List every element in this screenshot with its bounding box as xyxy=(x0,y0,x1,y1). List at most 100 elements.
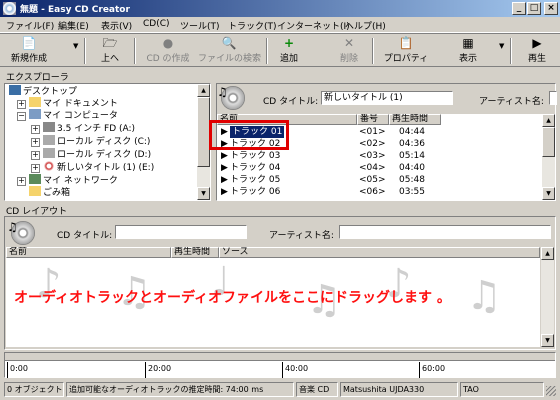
tree-item-network[interactable]: マイ ネットワーク xyxy=(29,174,118,186)
delete-button[interactable]: ✕ 削除 xyxy=(332,36,366,64)
status-cd-type: 音楽 CD xyxy=(296,382,338,397)
tick-label: 0:00 xyxy=(10,364,28,373)
scroll-down-arrow[interactable]: ▼ xyxy=(541,334,554,347)
tree-item-my-documents[interactable]: マイ ドキュメント xyxy=(29,97,118,109)
col-header-source[interactable]: ソース xyxy=(219,247,540,258)
artist-field[interactable] xyxy=(549,91,557,105)
up-button[interactable]: 🗁 上へ xyxy=(92,36,128,64)
hard-drive-icon xyxy=(43,148,55,158)
file-search-button[interactable]: 🔍 ファイルの検索 xyxy=(198,36,261,64)
layout-artist-field[interactable] xyxy=(339,225,551,239)
layout-title-label: CD タイトル: xyxy=(57,231,113,241)
expand-toggle[interactable]: + xyxy=(31,151,40,160)
explorer-label: エクスプローラ xyxy=(6,73,69,83)
track-row[interactable]: ▶ トラック 05 <05> 05:48 xyxy=(217,174,543,186)
floppy-icon xyxy=(43,122,55,132)
create-cd-button[interactable]: ● CD の作成 xyxy=(142,36,194,64)
collapse-toggle[interactable]: − xyxy=(17,112,26,121)
tree-item-desktop[interactable]: デスクトップ xyxy=(9,85,77,97)
track-row[interactable]: ▶ トラック 06 <06> 03:55 xyxy=(217,186,543,198)
tick-mark xyxy=(282,362,283,378)
minimize-button[interactable]: _ xyxy=(512,2,526,15)
computer-icon xyxy=(29,109,41,119)
cd-title-field[interactable]: 新しいタイトル (1) xyxy=(321,91,453,105)
view-button[interactable]: ▦ 表示 xyxy=(450,36,486,64)
maximize-button[interactable]: □ xyxy=(527,2,541,15)
properties-button-label: プロパティ xyxy=(383,54,429,64)
scroll-thumb[interactable] xyxy=(542,127,555,157)
hard-drive-icon xyxy=(43,135,55,145)
tree-item-drive-d[interactable]: ローカル ディスク (D:) xyxy=(43,148,151,160)
tree-item-my-computer[interactable]: マイ コンピュータ xyxy=(29,109,118,121)
drop-area[interactable]: 名前 再生時間 ソース ♪ ♫ ♩ ♫ ♪ ♫ オーディオトラックとオーディオフ… xyxy=(6,247,540,347)
new-dropdown-arrow[interactable]: ▼ xyxy=(73,42,78,50)
track-row[interactable]: ▶ トラック 04 <04> 04:40 xyxy=(217,162,543,174)
view-button-label: 表示 xyxy=(458,54,477,64)
properties-button[interactable]: 📋 プロパティ xyxy=(380,36,432,64)
expand-toggle[interactable]: + xyxy=(17,177,26,186)
delete-x-icon: ✕ xyxy=(343,36,355,50)
track-list-scrollbar[interactable]: ▲ ▼ xyxy=(542,114,555,200)
scroll-up-arrow[interactable]: ▲ xyxy=(542,114,555,127)
track-row[interactable]: ▶ トラック 03 <03> 05:14 xyxy=(217,150,543,162)
menu-view[interactable]: 表示(V) xyxy=(101,19,132,32)
play-icon: ▶ xyxy=(221,163,228,173)
tick-label: 20:00 xyxy=(148,364,172,373)
toolbar-separator xyxy=(372,38,374,64)
up-folder-icon: 🗁 xyxy=(102,36,118,50)
create-cd-label: CD の作成 xyxy=(146,54,190,64)
play-icon: ▶ xyxy=(221,175,228,185)
tree-item-floppy[interactable]: 3.5 インチ FD (A:) xyxy=(43,122,135,134)
col-header-duration[interactable]: 再生時間 xyxy=(171,247,219,258)
status-estimate: 追加可能なオーディオトラックの推定時間: 74:00 ms xyxy=(66,382,294,397)
view-dropdown-arrow[interactable]: ▼ xyxy=(499,42,504,50)
music-note-icon: ♫ xyxy=(7,220,18,234)
play-icon: ▶ xyxy=(221,151,228,161)
add-button-label: 追加 xyxy=(279,54,298,64)
tree-item-drive-e[interactable]: 新しいタイトル (1) (E:) xyxy=(43,161,154,173)
scroll-down-arrow[interactable]: ▼ xyxy=(542,187,555,200)
layout-title-field[interactable] xyxy=(115,225,247,239)
tick-mark xyxy=(419,362,420,378)
record-icon: ● xyxy=(162,36,174,50)
scroll-up-arrow[interactable]: ▲ xyxy=(197,84,210,97)
play-icon: ▶ xyxy=(221,187,228,197)
add-button[interactable]: + 追加 xyxy=(272,36,306,64)
menu-file[interactable]: ファイル(F) xyxy=(6,19,54,32)
drop-hint-text: オーディオトラックとオーディオファイルをここにドラッグします 。 xyxy=(14,290,451,306)
layout-artist-label: アーティスト名: xyxy=(269,231,334,241)
play-icon: ▶ xyxy=(532,36,542,50)
expand-toggle[interactable]: + xyxy=(31,164,40,173)
cd-title-label: CD タイトル: xyxy=(263,97,319,107)
folder-icon xyxy=(29,97,41,107)
properties-icon: 📋 xyxy=(398,36,414,50)
scroll-down-arrow[interactable]: ▼ xyxy=(197,187,210,200)
play-button[interactable]: ▶ 再生 xyxy=(520,36,554,64)
col-header-duration[interactable]: 再生時間 xyxy=(389,114,441,125)
menu-tools[interactable]: ツール(T) xyxy=(180,19,220,32)
menu-track[interactable]: トラック(T) xyxy=(228,19,277,32)
tree-item-recycle-bin[interactable]: ごみ箱 xyxy=(29,186,70,198)
toolbar-separator xyxy=(84,38,86,64)
explorer-tree: デスクトップ + マイ ドキュメント − マイ コンピュータ + 3.5 インチ… xyxy=(4,83,211,201)
new-button[interactable]: 📄 新規作成 xyxy=(6,36,52,64)
tree-item-drive-c[interactable]: ローカル ディスク (C:) xyxy=(43,135,150,147)
expand-toggle[interactable]: + xyxy=(31,138,40,147)
network-icon xyxy=(29,174,41,184)
expand-toggle[interactable]: + xyxy=(31,125,40,134)
tick-label: 60:00 xyxy=(422,364,446,373)
status-drive: Matsushita UJDA330 xyxy=(340,382,458,397)
expand-toggle[interactable]: + xyxy=(17,100,26,109)
scroll-up-arrow[interactable]: ▲ xyxy=(541,247,554,260)
menu-edit[interactable]: 編集(E) xyxy=(58,19,89,32)
menu-internet[interactable]: インターネット(I) xyxy=(277,19,350,32)
layout-scrollbar[interactable]: ▲ ▼ xyxy=(541,247,554,347)
menu-cd[interactable]: CD(C) xyxy=(143,19,170,29)
view-grid-icon: ▦ xyxy=(462,36,474,50)
new-document-icon: 📄 xyxy=(21,36,37,50)
close-button[interactable]: × xyxy=(544,2,558,15)
col-header-name[interactable]: 名前 xyxy=(6,247,171,258)
menu-help[interactable]: ヘルプ(H) xyxy=(345,19,386,32)
col-header-number[interactable]: 番号 xyxy=(357,114,389,125)
resize-grip[interactable] xyxy=(546,386,556,396)
